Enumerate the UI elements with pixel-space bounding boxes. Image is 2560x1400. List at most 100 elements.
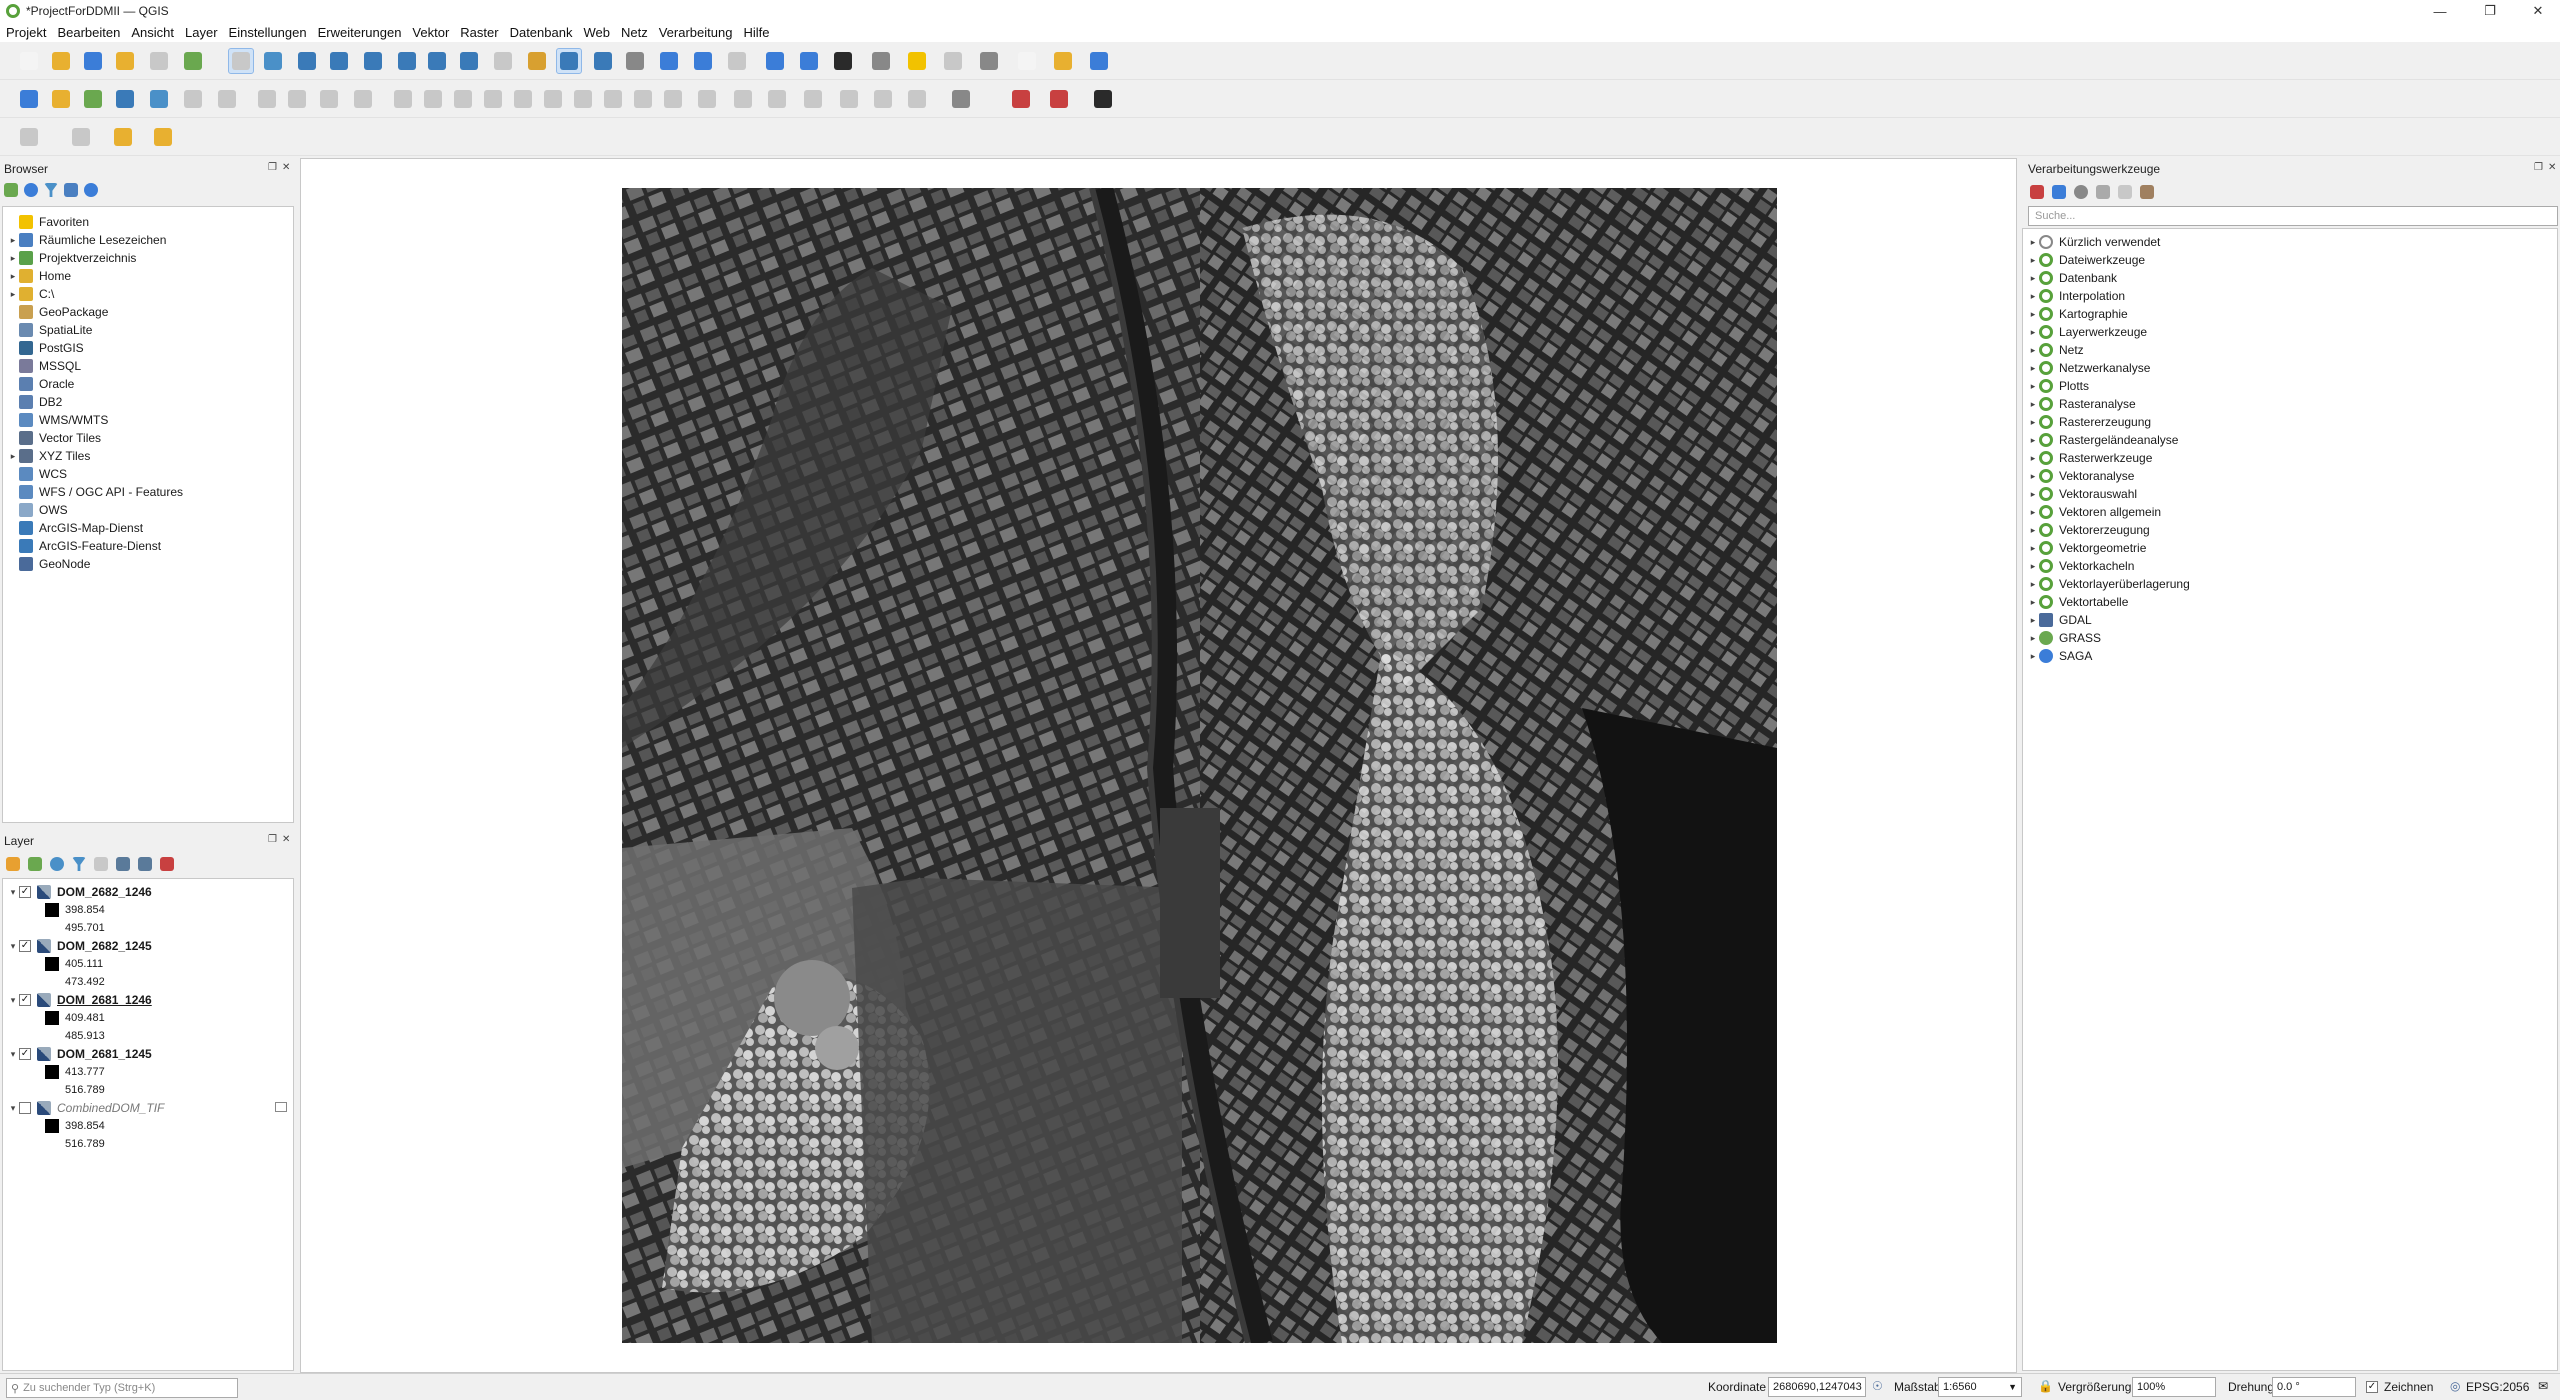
layer-row[interactable]: ▾ CombinedDOM_TIF (7, 1099, 164, 1117)
browser-item-arcgis-map-dienst[interactable]: ArcGIS-Map-Dienst (7, 519, 143, 537)
change-label-button[interactable] (694, 86, 720, 112)
save-project-button[interactable] (1050, 48, 1076, 74)
magnifier-spinbox[interactable]: 100% (2132, 1377, 2216, 1397)
layer-visibility-checkbox[interactable] (19, 1102, 31, 1114)
new-geopackage-button[interactable] (836, 86, 862, 112)
scripts-icon[interactable] (2052, 185, 2066, 199)
rotate-label-button[interactable] (660, 86, 686, 112)
layer-row[interactable]: ▾ ✓ DOM_2682_1246 (7, 883, 152, 901)
expand-arrow-icon[interactable]: ▸ (2027, 435, 2039, 446)
processing-group-gdal[interactable]: ▸ GDAL (2027, 611, 2092, 629)
expand-arrow-icon[interactable]: ▸ (2027, 633, 2039, 644)
menu-item-layer[interactable]: Layer (185, 25, 218, 40)
expand-arrow-icon[interactable]: ▸ (2027, 255, 2039, 266)
browser-item-arcgis-feature-dienst[interactable]: ArcGIS-Feature-Dienst (7, 537, 161, 555)
rotation-spinbox[interactable]: 0.0 ° (2272, 1377, 2356, 1397)
new-project-button[interactable] (976, 48, 1002, 74)
expand-arrow-icon[interactable]: ▸ (2027, 525, 2039, 536)
copy-button[interactable] (420, 86, 446, 112)
expand-arrow-icon[interactable]: ▸ (2027, 309, 2039, 320)
vertex-tool-button[interactable] (316, 86, 342, 112)
processing-group-rastergel-ndeanalyse[interactable]: ▸ Rastergeländeanalyse (2027, 431, 2178, 449)
results-viewer-icon[interactable] (2096, 185, 2110, 199)
save-edits-button[interactable] (254, 86, 280, 112)
open-project-button[interactable] (1014, 48, 1040, 74)
expand-arrow-icon[interactable]: ▸ (2027, 291, 2039, 302)
expand-arrow-icon[interactable]: ▸ (2027, 273, 2039, 284)
collapse-arrow-icon[interactable]: ▾ (7, 995, 19, 1006)
expand-arrow-icon[interactable]: ▸ (2027, 615, 2039, 626)
zoom-full-button[interactable] (360, 48, 386, 74)
new-shapefile-button[interactable] (870, 86, 896, 112)
identify-button[interactable] (690, 48, 716, 74)
browser-item-geopackage[interactable]: GeoPackage (7, 303, 108, 321)
browser-item-ows[interactable]: OWS (7, 501, 68, 519)
new-3d-view-button[interactable] (590, 48, 616, 74)
close-button[interactable]: ✕ (2518, 0, 2558, 22)
processing-panel-close-icon[interactable]: ✕ (2548, 162, 2556, 173)
print-layout-button[interactable] (146, 48, 172, 74)
refresh-icon[interactable] (24, 183, 38, 197)
new-geopackage-button[interactable] (48, 86, 74, 112)
info-icon[interactable] (84, 183, 98, 197)
minimize-button[interactable]: — (2420, 0, 2460, 22)
filter-icon[interactable] (44, 183, 58, 197)
coordinate-field[interactable]: 2680690,1247043 (1768, 1377, 1866, 1397)
raster-map[interactable] (622, 188, 1777, 1343)
temporal-controller-button[interactable] (622, 48, 648, 74)
layer-indicator-icon[interactable] (275, 1102, 287, 1112)
browser-item-mssql[interactable]: MSSQL (7, 357, 81, 375)
panel-float-icon[interactable]: ❐ (268, 162, 277, 173)
text-annotation-button[interactable] (940, 48, 966, 74)
history-icon[interactable] (2074, 185, 2088, 199)
expand-arrow-icon[interactable]: ▸ (2027, 543, 2039, 554)
browser-item-home[interactable]: ▸ Home (7, 267, 71, 285)
browser-item-postgis[interactable]: PostGIS (7, 339, 84, 357)
scale-combobox[interactable]: 1:6560 ▼ (1938, 1377, 2022, 1397)
menu-item-ansicht[interactable]: Ansicht (131, 25, 174, 40)
pan-map-button[interactable] (228, 48, 254, 74)
map-tips-button[interactable] (904, 48, 930, 74)
zoom-out-button[interactable] (326, 48, 352, 74)
browser-item-wfs-ogc-api-features[interactable]: WFS / OGC API - Features (7, 483, 183, 501)
messages-icon[interactable]: ✉ (2538, 1379, 2548, 1393)
zoom-to-selection-button[interactable] (394, 48, 420, 74)
save-as-button[interactable] (112, 48, 138, 74)
browser-item-oracle[interactable]: Oracle (7, 375, 74, 393)
expand-arrow-icon[interactable]: ▸ (2027, 417, 2039, 428)
menu-item-einstellungen[interactable]: Einstellungen (229, 25, 307, 40)
processing-group-saga[interactable]: ▸ SAGA (2027, 647, 2092, 665)
lock-icon[interactable]: 🔒 (2038, 1379, 2053, 1393)
expand-arrow-icon[interactable]: ▸ (7, 289, 19, 300)
browser-item-xyz-tiles[interactable]: ▸ XYZ Tiles (7, 447, 90, 465)
processing-group-vektorerzeugung[interactable]: ▸ Vektorerzeugung (2027, 521, 2150, 539)
new-spatialite-button[interactable] (904, 86, 930, 112)
expand-arrow-icon[interactable]: ▸ (2027, 345, 2039, 356)
processing-group-rasterwerkzeuge[interactable]: ▸ Rasterwerkzeuge (2027, 449, 2152, 467)
processing-group-vektorkacheln[interactable]: ▸ Vektorkacheln (2027, 557, 2134, 575)
processing-group-layerwerkzeuge[interactable]: ▸ Layerwerkzeuge (2027, 323, 2147, 341)
select-features-button[interactable] (68, 124, 94, 150)
processing-group-rasteranalyse[interactable]: ▸ Rasteranalyse (2027, 395, 2136, 413)
processing-group-vektoranalyse[interactable]: ▸ Vektoranalyse (2027, 467, 2134, 485)
redo-button[interactable] (510, 86, 536, 112)
menu-item-bearbeiten[interactable]: Bearbeiten (57, 25, 120, 40)
crs-label[interactable]: EPSG:2056 (2466, 1380, 2529, 1394)
processing-panel-float-icon[interactable]: ❐ (2534, 162, 2543, 173)
processing-group-grass[interactable]: ▸ GRASS (2027, 629, 2101, 647)
expand-arrow-icon[interactable]: ▸ (2027, 381, 2039, 392)
zoom-next-button[interactable] (524, 48, 550, 74)
expand-arrow-icon[interactable]: ▸ (2027, 597, 2039, 608)
expand-arrow-icon[interactable]: ▸ (2027, 507, 2039, 518)
expand-arrow-icon[interactable]: ▸ (7, 451, 19, 462)
layer-panel-close-icon[interactable]: ✕ (282, 834, 290, 845)
processing-group-kartographie[interactable]: ▸ Kartographie (2027, 305, 2128, 323)
models-icon[interactable] (2030, 185, 2044, 199)
collapse-arrow-icon[interactable]: ▾ (7, 1103, 19, 1114)
undo-button[interactable] (480, 86, 506, 112)
expand-arrow-icon[interactable]: ▸ (2027, 399, 2039, 410)
new-virtual-layer-button[interactable] (948, 86, 974, 112)
select-button[interactable] (762, 48, 788, 74)
zoom-to-layer-button[interactable] (424, 48, 450, 74)
zoom-last-button[interactable] (490, 48, 516, 74)
